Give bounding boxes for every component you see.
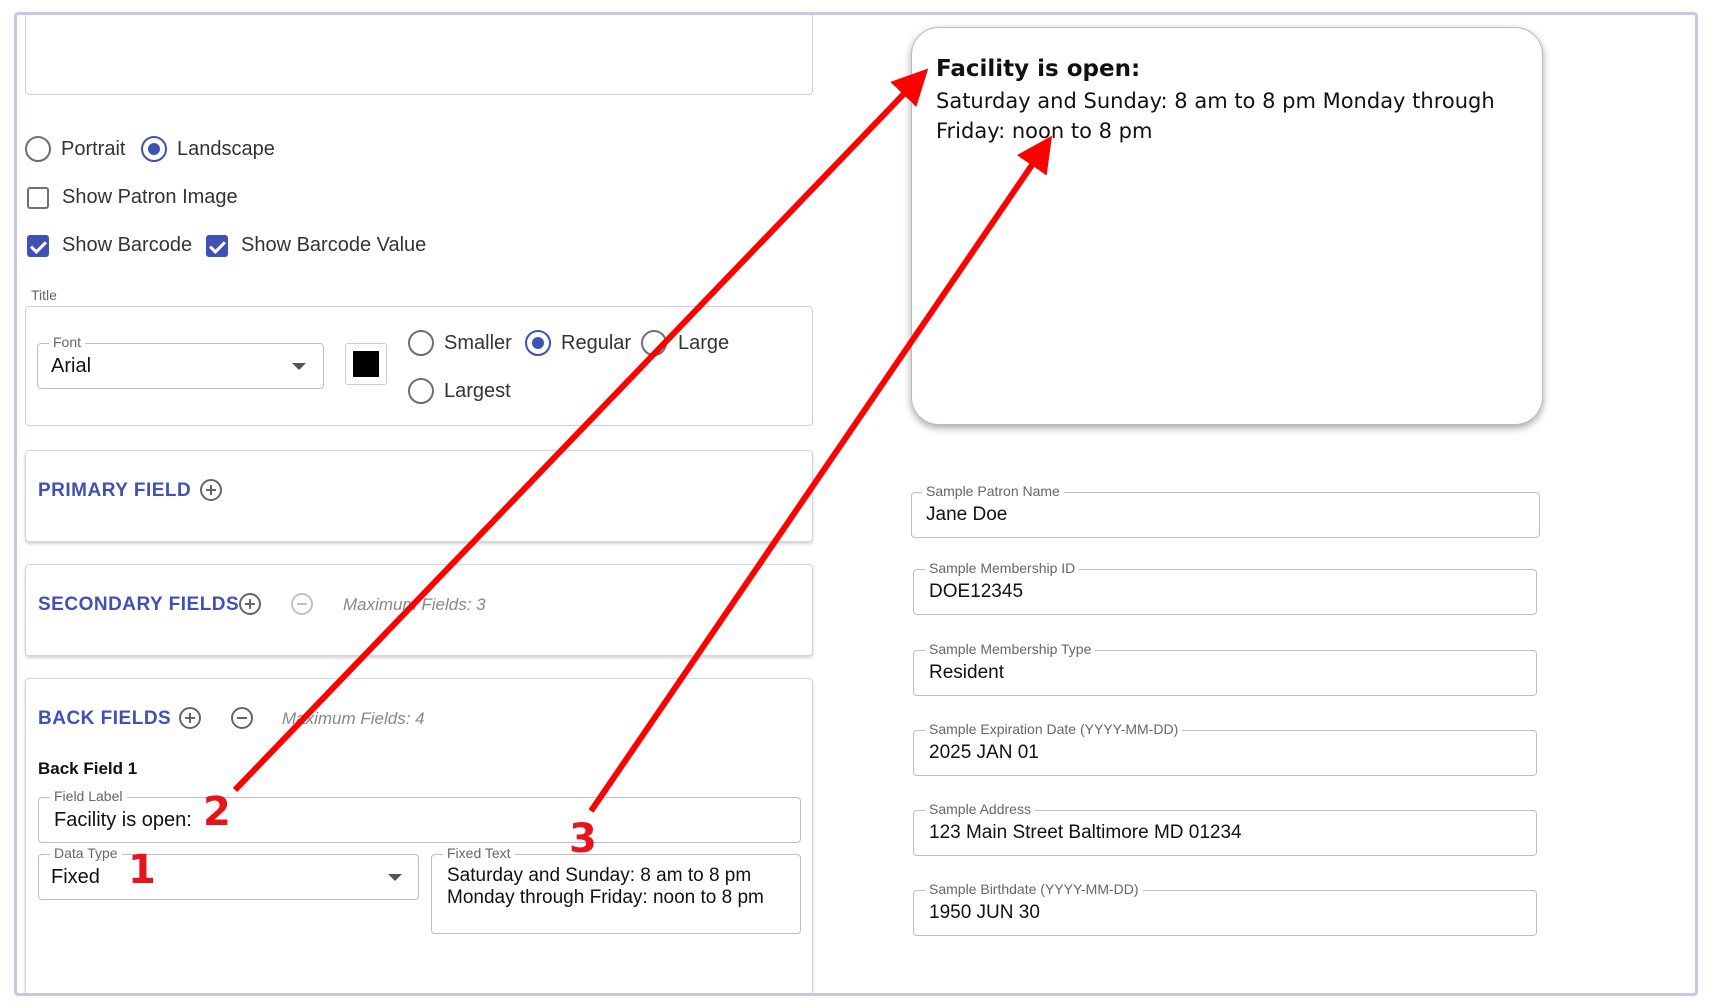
show-patron-image-label: Show Patron Image — [62, 186, 238, 208]
size-large-radio[interactable] — [641, 330, 667, 356]
landscape-label: Landscape — [177, 138, 275, 160]
size-large-label: Large — [678, 332, 730, 354]
chevron-down-icon[interactable] — [292, 363, 306, 370]
size-smaller-label: Smaller — [444, 332, 512, 354]
annotation-3: 3 — [569, 816, 597, 862]
size-largest-label: Largest — [444, 380, 511, 402]
size-smaller-radio[interactable] — [408, 330, 434, 356]
font-value: Arial — [51, 355, 92, 377]
sample-expiration-date-legend: Sample Expiration Date (YYYY-MM-DD) — [925, 721, 1183, 737]
size-regular-radio[interactable] — [525, 330, 551, 356]
sample-membership-type-legend: Sample Membership Type — [925, 641, 1096, 657]
show-barcode-value-label: Show Barcode Value — [241, 234, 427, 256]
title-section-label: Title — [31, 287, 57, 303]
add-primary-field-icon[interactable] — [200, 479, 222, 501]
fixed-text-line-2: Monday through Friday: noon to 8 pm — [447, 887, 764, 908]
show-patron-image-checkbox[interactable] — [27, 187, 49, 209]
show-barcode-label: Show Barcode — [62, 234, 193, 256]
show-barcode-checkbox[interactable] — [27, 235, 49, 257]
sample-patron-name-value: Jane Doe — [926, 504, 1008, 525]
sample-patron-name-legend: Sample Patron Name — [922, 483, 1064, 499]
annotation-1: 1 — [128, 847, 156, 893]
font-legend: Font — [49, 334, 86, 350]
annotation-2: 2 — [203, 789, 231, 835]
preview-text: Saturday and Sunday: 8 am to 8 pm Monday… — [936, 89, 1495, 143]
sample-expiration-date-value: 2025 JAN 01 — [929, 742, 1039, 763]
preview-title: Facility is open: — [936, 56, 1141, 82]
size-largest-radio[interactable] — [408, 378, 434, 404]
secondary-fields-title: SECONDARY FIELDS — [38, 594, 240, 615]
fixed-text-legend: Fixed Text — [443, 845, 515, 861]
portrait-label: Portrait — [61, 138, 126, 160]
add-secondary-field-icon[interactable] — [239, 593, 261, 615]
data-type-legend: Data Type — [50, 845, 122, 861]
chevron-down-icon[interactable] — [388, 874, 402, 881]
sample-membership-type-value: Resident — [929, 662, 1004, 683]
size-regular-label: Regular — [561, 332, 632, 354]
field-label-value: Facility is open: — [54, 809, 192, 831]
screenshot-frame: Portrait Landscape Show Patron Image Sho… — [14, 12, 1698, 996]
sample-address-value: 123 Main Street Baltimore MD 01234 — [929, 822, 1242, 843]
back-fields-title: BACK FIELDS — [38, 708, 172, 729]
fixed-text-line-1: Saturday and Sunday: 8 am to 8 pm — [447, 865, 752, 886]
card-back-preview: Facility is open: Saturday and Sunday: 8… — [911, 27, 1543, 425]
sample-membership-id-legend: Sample Membership ID — [925, 560, 1080, 576]
field-label-legend: Field Label — [50, 788, 127, 804]
secondary-max-note: Maximum Fields: 3 — [343, 595, 486, 614]
sample-address-legend: Sample Address — [925, 801, 1035, 817]
color-fill — [353, 351, 379, 377]
sample-birthdate-value: 1950 JUN 30 — [929, 902, 1040, 923]
title-color-swatch[interactable] — [345, 343, 387, 385]
primary-field-title: PRIMARY FIELD — [38, 480, 192, 501]
remove-back-field-icon[interactable] — [231, 707, 253, 729]
back-max-note: Maximum Fields: 4 — [282, 709, 425, 728]
data-type-value: Fixed — [51, 866, 100, 888]
remove-secondary-field-icon[interactable] — [291, 593, 313, 615]
add-back-field-icon[interactable] — [179, 707, 201, 729]
sample-birthdate-legend: Sample Birthdate (YYYY-MM-DD) — [925, 881, 1143, 897]
top-textarea[interactable] — [25, 15, 813, 95]
portrait-radio[interactable] — [25, 136, 51, 162]
landscape-radio[interactable] — [141, 136, 167, 162]
back-field-1-heading: Back Field 1 — [38, 759, 138, 778]
sample-membership-id-value: DOE12345 — [929, 581, 1024, 602]
show-barcode-value-checkbox[interactable] — [206, 235, 228, 257]
